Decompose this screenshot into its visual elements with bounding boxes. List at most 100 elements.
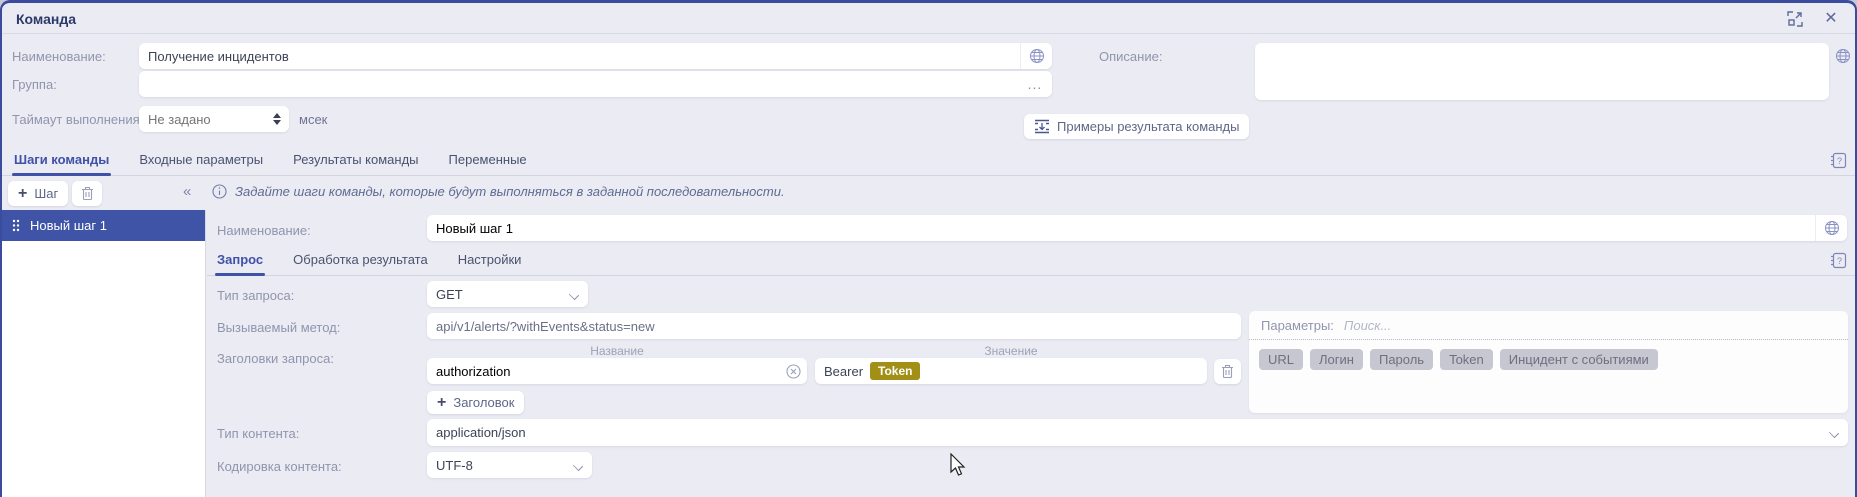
clear-circle-icon bbox=[786, 364, 801, 379]
token-badge[interactable]: Token bbox=[870, 362, 920, 380]
plus-icon: + bbox=[437, 395, 446, 411]
name-localize-button[interactable] bbox=[1020, 43, 1052, 69]
add-header-button[interactable]: + Заголовок bbox=[427, 391, 524, 414]
step-name-localize-button[interactable] bbox=[1815, 215, 1847, 241]
content-type-combobox[interactable]: application/json bbox=[427, 419, 1848, 446]
group-input[interactable] bbox=[139, 77, 1018, 92]
step-name-input[interactable] bbox=[427, 221, 1815, 236]
parameter-tag[interactable]: Инцидент с событиями bbox=[1500, 349, 1658, 370]
step-form: Наименование: Запрос Обработка результат… bbox=[207, 210, 1855, 497]
request-headers-label: Заголовки запроса: bbox=[217, 351, 334, 366]
request-type-select[interactable]: GET bbox=[427, 281, 588, 307]
column-header-name: Название bbox=[427, 344, 807, 358]
help-book-icon: ? bbox=[1830, 152, 1847, 169]
spin-up-icon bbox=[273, 113, 281, 118]
dialog-title: Команда bbox=[16, 11, 76, 27]
globe-icon bbox=[1824, 220, 1840, 236]
timeout-label: Таймаут выполнения: bbox=[12, 112, 143, 127]
command-name-input[interactable] bbox=[139, 49, 1020, 64]
plus-icon: + bbox=[18, 186, 27, 202]
content-type-label: Тип контента: bbox=[217, 426, 299, 441]
timeout-field bbox=[139, 106, 289, 132]
main-tabs: Шаги команды Входные параметры Результат… bbox=[2, 148, 1855, 176]
steps-list: Новый шаг 1 bbox=[2, 210, 206, 497]
parameter-tag[interactable]: URL bbox=[1259, 349, 1303, 370]
add-step-button[interactable]: + Шаг bbox=[8, 181, 68, 206]
step-tabs: Запрос Обработка результата Настройки ? bbox=[207, 248, 1855, 276]
steps-toolbar: + Шаг « Задайте шаги команды, которые бу… bbox=[2, 179, 1855, 209]
help-book-icon: ? bbox=[1830, 252, 1847, 269]
content-type-value: application/json bbox=[436, 425, 526, 440]
group-field: ... bbox=[139, 71, 1052, 97]
help-button[interactable]: ? bbox=[1830, 152, 1847, 172]
step-list-item[interactable]: Новый шаг 1 bbox=[2, 210, 205, 241]
timeout-stepper[interactable] bbox=[273, 113, 289, 125]
header-value-text: Bearer bbox=[824, 364, 863, 379]
method-label: Вызываемый метод: bbox=[217, 320, 340, 335]
tab-variables[interactable]: Переменные bbox=[447, 148, 529, 175]
tab-request[interactable]: Запрос bbox=[215, 248, 265, 275]
timeout-unit: мсек bbox=[299, 112, 327, 127]
globe-icon bbox=[1029, 48, 1045, 64]
delete-step-button[interactable] bbox=[72, 181, 102, 206]
trash-icon bbox=[1221, 364, 1234, 379]
description-localize-button[interactable] bbox=[1835, 48, 1851, 67]
svg-text:?: ? bbox=[1837, 156, 1842, 166]
step-name-label: Наименование: bbox=[217, 223, 311, 238]
header-name-field bbox=[427, 358, 807, 384]
close-button[interactable]: ✕ bbox=[1821, 9, 1841, 29]
parameters-search-input[interactable] bbox=[1344, 318, 1836, 333]
parameters-label: Параметры: bbox=[1261, 318, 1334, 333]
command-dialog: Команда ✕ Наименование: Описание: bbox=[0, 0, 1857, 497]
tab-command-results[interactable]: Результаты команды bbox=[291, 148, 420, 175]
parameter-tag[interactable]: Token bbox=[1440, 349, 1493, 370]
parameter-tag[interactable]: Логин bbox=[1310, 349, 1363, 370]
clear-header-name-button[interactable] bbox=[779, 364, 807, 379]
close-icon: ✕ bbox=[1824, 11, 1837, 27]
help-button[interactable]: ? bbox=[1830, 252, 1847, 272]
description-label: Описание: bbox=[1099, 49, 1162, 64]
group-picker-button[interactable]: ... bbox=[1018, 76, 1052, 92]
step-name-field bbox=[427, 215, 1847, 241]
tab-settings[interactable]: Настройки bbox=[456, 248, 524, 275]
tab-result-processing[interactable]: Обработка результата bbox=[291, 248, 430, 275]
content-encoding-value: UTF-8 bbox=[436, 458, 473, 473]
parameters-header: Параметры: bbox=[1249, 311, 1848, 340]
chevron-down-icon bbox=[1830, 428, 1839, 437]
command-name-field bbox=[139, 43, 1052, 69]
tab-input-parameters[interactable]: Входные параметры bbox=[137, 148, 265, 175]
column-header-value: Значение bbox=[815, 344, 1207, 358]
command-result-examples-button[interactable]: Примеры результата команды bbox=[1024, 114, 1249, 139]
collapse-panel-button[interactable]: « bbox=[183, 183, 191, 200]
request-type-value: GET bbox=[436, 287, 463, 302]
steps-hint-text: Задайте шаги команды, которые будут выпо… bbox=[235, 184, 785, 199]
trash-icon bbox=[81, 186, 94, 201]
delete-header-button[interactable] bbox=[1214, 359, 1241, 384]
timeout-input[interactable] bbox=[139, 112, 273, 127]
header-name-input[interactable] bbox=[427, 364, 779, 379]
parameters-panel: Параметры: URL Логин Пароль Token Инциде… bbox=[1249, 311, 1848, 413]
chevron-down-icon bbox=[574, 461, 583, 470]
steps-hint: Задайте шаги команды, которые будут выпо… bbox=[212, 184, 785, 199]
parameter-tag[interactable]: Пароль bbox=[1370, 349, 1433, 370]
spin-down-icon bbox=[273, 120, 281, 125]
method-input[interactable] bbox=[427, 313, 1241, 339]
command-name-label: Наименование: bbox=[12, 49, 106, 64]
result-examples-icon bbox=[1034, 119, 1050, 134]
content-encoding-select[interactable]: UTF-8 bbox=[427, 452, 592, 478]
info-icon bbox=[212, 184, 227, 199]
chevron-down-icon bbox=[570, 290, 579, 299]
tab-command-steps[interactable]: Шаги команды bbox=[12, 148, 111, 175]
header-value-field[interactable]: Bearer Token bbox=[815, 358, 1207, 384]
group-label: Группа: bbox=[12, 77, 57, 92]
svg-text:?: ? bbox=[1837, 256, 1842, 266]
step-item-label: Новый шаг 1 bbox=[30, 218, 107, 233]
expand-button[interactable] bbox=[1785, 9, 1805, 29]
globe-icon bbox=[1835, 48, 1851, 64]
description-textarea[interactable] bbox=[1255, 43, 1829, 100]
drag-handle-icon[interactable] bbox=[12, 219, 20, 232]
parameters-tags: URL Логин Пароль Token Инцидент с событи… bbox=[1249, 340, 1848, 379]
expand-icon bbox=[1787, 11, 1803, 27]
content-encoding-label: Кодировка контента: bbox=[217, 459, 342, 474]
request-type-label: Тип запроса: bbox=[217, 288, 294, 303]
